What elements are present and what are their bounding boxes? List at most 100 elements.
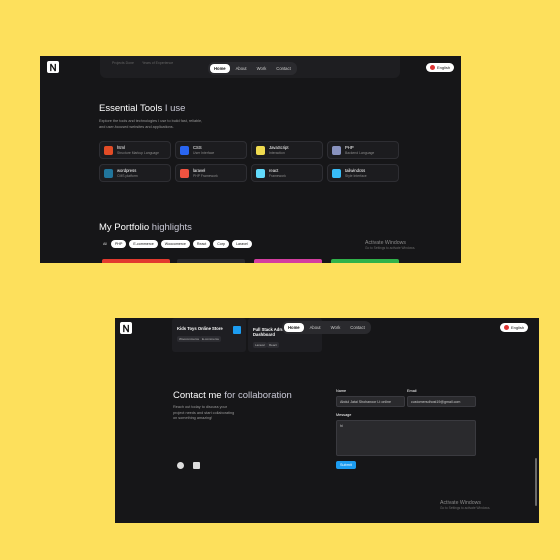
tool-subtitle: Backend Language [345,151,375,155]
tool-card[interactable]: laravel PHP Framework [175,164,247,182]
flag-icon [504,325,509,330]
tool-subtitle: User Interface [193,151,215,155]
linkedin-icon[interactable] [193,462,200,469]
nav-pill: Home About Work Contact [208,62,297,75]
tool-subtitle: Interaction [269,151,285,155]
project-card[interactable]: Kids Toys Online Store Woocommerce E-com… [172,318,246,352]
stat-label: Years of Experience [142,61,174,65]
project-tag: React [267,342,279,348]
tool-name: react [269,168,279,173]
windows-watermark: Activate Windows Go to Settings to activ… [365,240,415,250]
tool-icon [104,169,113,178]
tool-name: wordpress [117,168,137,173]
tool-card[interactable]: wordpress CMS platform [99,164,171,182]
tool-card[interactable]: react Framework [251,164,323,182]
scrollbar-thumb[interactable] [535,458,537,506]
tool-card[interactable]: PHP Backend Language [327,141,399,159]
portfolio-title-accent: highlights [151,222,192,233]
tools-title-accent: I use [164,103,186,114]
contact-title: Contact me for collaboration [173,390,292,401]
language-button[interactable]: English [500,323,529,332]
nav-home[interactable]: Home [210,64,230,73]
tool-subtitle: Structure Markup Language [117,151,160,155]
watermark-subtitle: Go to Settings to activate Windows. [365,246,416,250]
tool-card[interactable]: CSS User Interface [175,141,247,159]
nav-home[interactable]: Home [284,323,304,332]
screenshot-contact-section: Kids Toys Online Store Woocommerce E-com… [115,318,539,523]
nav-contact[interactable]: Contact [272,64,294,73]
project-thumbnail-icon [233,326,241,334]
windows-watermark: Activate Windows Go to Settings to activ… [440,500,490,510]
logo[interactable] [47,61,59,73]
tool-icon [256,146,265,155]
tool-icon [180,146,189,155]
stat-label: Projects Done [112,61,134,65]
tool-icon [332,146,341,155]
filter-ecommerce[interactable]: E-commerce [129,240,158,248]
filter-react[interactable]: React [192,240,211,248]
project-card-edge [254,259,322,263]
tool-name: tailwindcss [345,168,366,173]
email-field[interactable]: customersdhost19@gmail.com [407,396,476,407]
language-label: English [511,325,525,330]
nav-work[interactable]: Work [253,64,271,73]
portfolio-title-main: My Portfolio [99,222,150,233]
project-tag: Woocommerce [177,336,202,342]
nav-about[interactable]: About [306,323,325,332]
tool-subtitle: Style Interface [345,174,367,178]
tool-icon [256,169,265,178]
project-tag: Laravel [253,342,267,348]
project-card-edge [331,259,399,263]
tool-name: laravel [193,168,206,173]
flag-icon [430,65,435,70]
tool-icon [332,169,341,178]
tool-card[interactable]: tailwindcss Style Interface [327,164,399,182]
github-icon[interactable] [177,462,184,469]
nav-contact[interactable]: Contact [346,323,368,332]
tool-card[interactable]: html Structure Markup Language [99,141,171,159]
message-field[interactable]: hi [336,420,476,456]
name-label: Name [336,389,347,393]
contact-title-main: Contact me [173,390,222,401]
tool-name: html [117,145,125,150]
language-label: English [437,65,451,70]
tool-subtitle: CMS platform [117,174,138,178]
logo-icon [122,324,129,332]
tool-subtitle: PHP Framework [193,174,218,178]
nav-pill: Home About Work Contact [282,321,371,334]
filter-all[interactable]: All [102,240,108,248]
email-label: Email [407,389,417,393]
nav-work[interactable]: Work [327,323,345,332]
tool-name: CSS [193,145,202,150]
filter-laravel[interactable]: Laravel [232,240,252,248]
portfolio-title: My Portfolio highlights [99,222,192,233]
logo-icon [49,63,56,71]
project-card-edge [177,259,245,263]
screenshot-tools-section: Projects Done Years of Experience Home A… [40,56,461,263]
tools-title-main: Essential Tools [99,103,163,114]
logo[interactable] [120,322,132,334]
filter-corp[interactable]: Corp [213,240,230,248]
project-tag: E-commerce [200,336,222,342]
filter-php[interactable]: PHP [111,240,127,248]
tool-icon [104,146,113,155]
contact-title-accent: for collaboration [224,390,292,401]
name-field[interactable]: Abdul Jatai Shohanoor Lt online [336,396,405,407]
portfolio-filters: All PHP E-commerce Woocomerce React Corp… [102,240,252,248]
tool-subtitle: Framework [269,174,286,178]
watermark-subtitle: Go to Settings to activate Windows. [440,506,491,510]
tool-card[interactable]: JavaScript Interaction [251,141,323,159]
message-label: Message [336,413,352,417]
language-button[interactable]: English [426,63,455,72]
project-title: Kids Toys Online Store [177,326,223,331]
submit-button[interactable]: Submit [336,461,356,469]
tools-description: Explore the tools and technologies I use… [99,119,203,129]
tool-name: JavaScript [269,145,289,150]
nav-about[interactable]: About [232,64,251,73]
contact-description: Reach out today to discuss your project … [173,405,235,420]
project-card-edge [102,259,170,263]
tools-title: Essential Tools I use [99,103,185,114]
tool-name: PHP [345,145,354,150]
filter-woocommerce[interactable]: Woocomerce [160,240,190,248]
tool-icon [180,169,189,178]
